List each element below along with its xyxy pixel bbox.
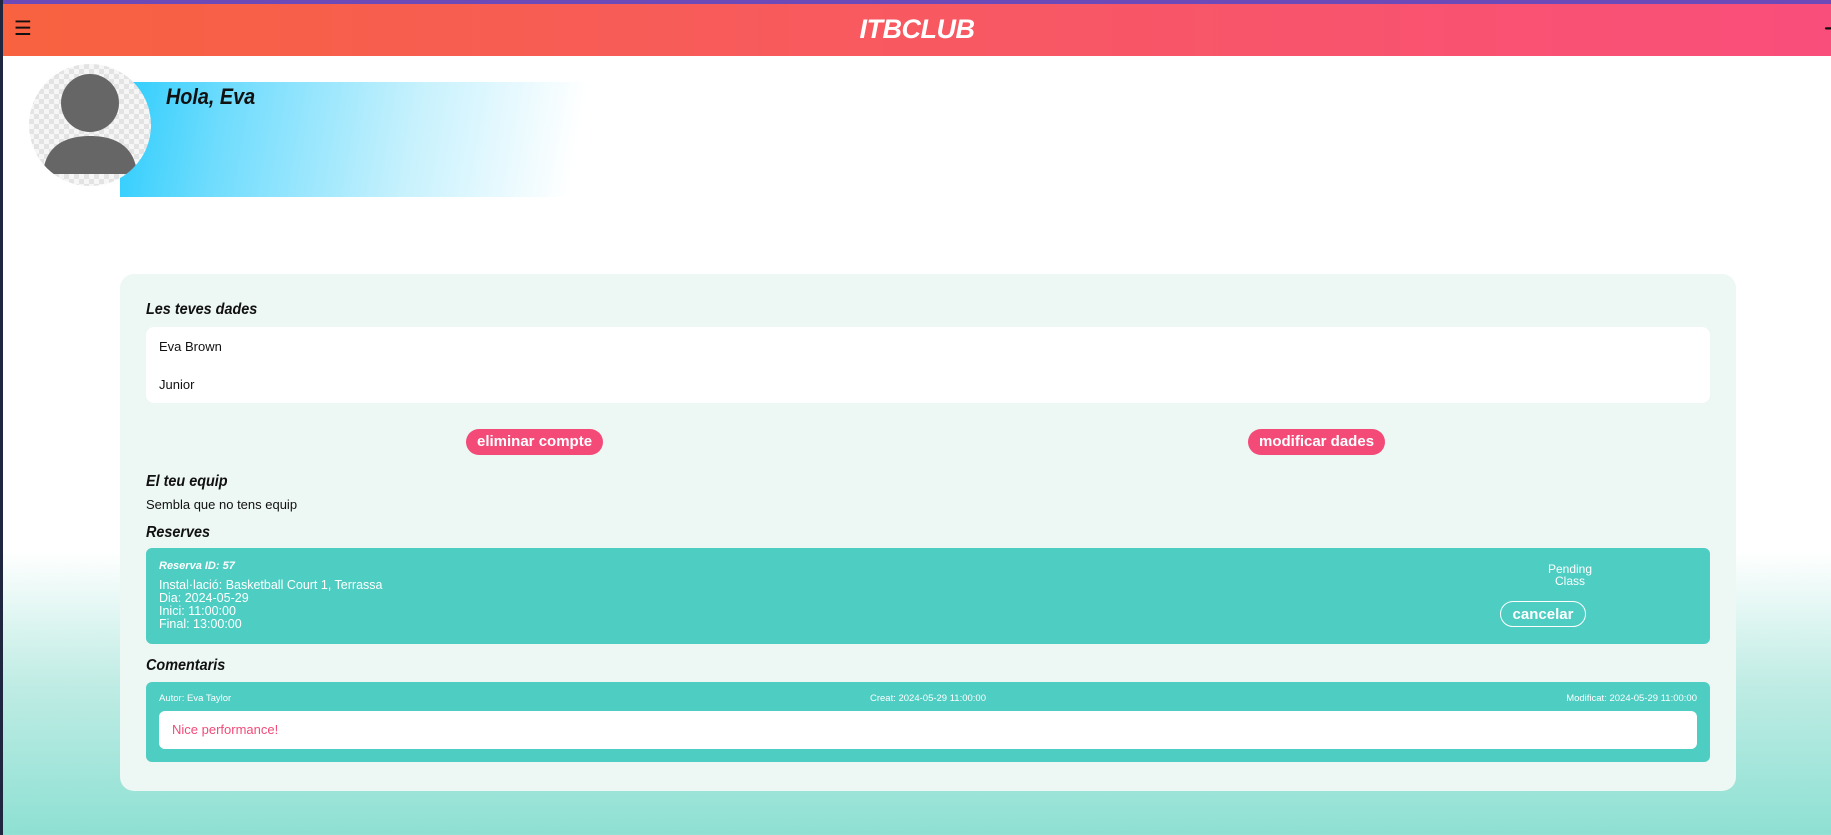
reservation-id: Reserva ID: 57 bbox=[159, 560, 235, 572]
modify-data-button[interactable]: modificar dades bbox=[1248, 429, 1386, 455]
reservation-type-text: Class bbox=[1554, 574, 1585, 588]
reservations-title: Reserves bbox=[146, 524, 211, 541]
comment-created: Creat: 2024-05-29 11:00:00 bbox=[869, 693, 987, 704]
comment-text: Nice performance! bbox=[172, 722, 279, 737]
team-empty-text: Sembla que no tens equip bbox=[146, 497, 298, 512]
delete-account-button[interactable]: eliminar compte bbox=[466, 429, 604, 455]
comment-item: Autor: Eva Taylor Creat: 2024-05-29 11:0… bbox=[146, 682, 1710, 762]
your-data-box: Eva Brown Junior bbox=[146, 327, 1710, 403]
comments-title: Comentaris bbox=[146, 657, 226, 674]
reservation-start: Inici: 11:00:00 bbox=[159, 604, 236, 618]
reservation-status: Pending Class bbox=[1520, 563, 1620, 587]
comment-modified: Modificat: 2024-05-29 11:00:00 bbox=[1566, 693, 1697, 704]
site-logo[interactable]: ITBCLUB bbox=[3, 14, 1831, 45]
reservation-day: Dia: 2024-05-29 bbox=[159, 591, 249, 605]
reservation-item: Reserva ID: 57 Instal·lació: Basketball … bbox=[146, 548, 1710, 644]
reservation-facility: Instal·lació: Basketball Court 1, Terras… bbox=[159, 578, 383, 592]
user-avatar-icon bbox=[29, 64, 151, 186]
user-name: Eva Brown bbox=[159, 339, 222, 354]
team-title: El teu equip bbox=[146, 473, 228, 490]
greeting-text: Hola, Eva bbox=[166, 84, 256, 109]
top-navbar: ☰ ITBCLUB ➜ bbox=[3, 0, 1831, 56]
reservation-end: Final: 13:00:00 bbox=[159, 617, 242, 631]
logout-arrow-icon[interactable]: ➜ bbox=[1824, 18, 1831, 39]
comment-body: Nice performance! bbox=[159, 711, 1697, 749]
your-data-title: Les teves dades bbox=[146, 301, 258, 318]
profile-card: Les teves dades Eva Brown Junior elimina… bbox=[120, 274, 1736, 791]
user-category: Junior bbox=[159, 377, 195, 392]
cancel-reservation-button[interactable]: cancelar bbox=[1500, 601, 1586, 627]
